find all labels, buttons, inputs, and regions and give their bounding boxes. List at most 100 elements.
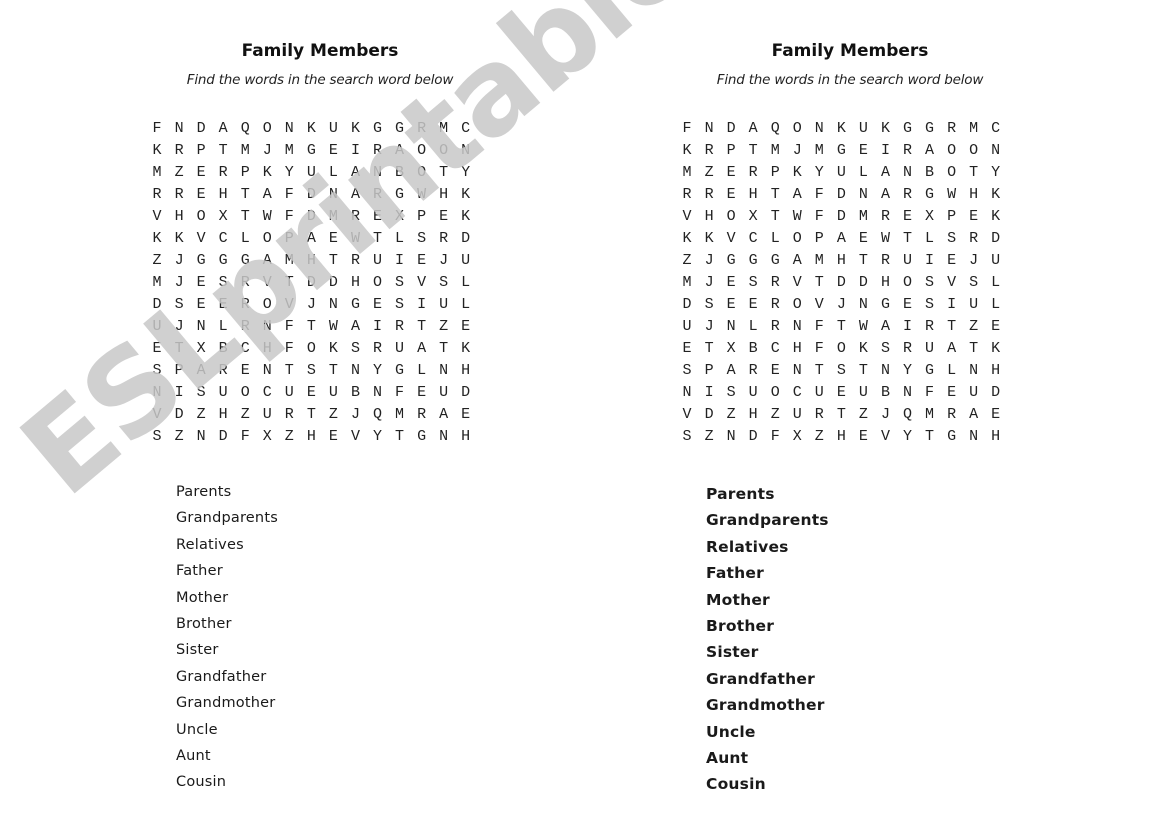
grid-cell: U <box>969 384 979 401</box>
grid-cell: T <box>858 362 868 379</box>
grid-cell: L <box>240 230 250 247</box>
grid-cell: K <box>991 340 1001 357</box>
grid-cell: Z <box>704 428 714 445</box>
grid-row: UJNLRNFTWAIRTZE <box>146 316 477 338</box>
grid-cell: F <box>240 428 250 445</box>
grid-cell: I <box>925 252 935 269</box>
grid-cell: F <box>284 186 294 203</box>
grid-row: VDZHZURTZJQMRAE <box>146 404 477 426</box>
grid-cell: T <box>328 252 338 269</box>
grid-cell: T <box>439 164 449 181</box>
word-list-item: Mother <box>706 590 770 609</box>
grid-cell: S <box>417 230 427 247</box>
grid-cell: S <box>196 384 206 401</box>
word-list-item: Grandparents <box>706 511 829 530</box>
grid-cell: N <box>902 164 912 181</box>
grid-cell: E <box>969 208 979 225</box>
grid-cell: R <box>748 164 758 181</box>
grid-cell: R <box>218 362 228 379</box>
grid-cell: H <box>704 208 714 225</box>
word-list: Parents Grandparents Relatives Father Mother… <box>706 482 829 799</box>
grid-cell: J <box>969 252 979 269</box>
grid-cell: W <box>858 318 868 335</box>
grid-cell: H <box>792 340 802 357</box>
word-list-item: Cousin <box>176 774 227 791</box>
grid-cell: G <box>196 252 206 269</box>
grid-cell: R <box>174 142 184 159</box>
grid-cell: R <box>902 340 912 357</box>
grid-cell: Y <box>902 362 912 379</box>
grid-cell: F <box>682 120 692 137</box>
grid-cell: D <box>461 230 471 247</box>
grid-cell: N <box>328 296 338 313</box>
grid-cell: G <box>925 186 935 203</box>
grid-cell: N <box>262 318 272 335</box>
grid-cell: N <box>284 120 294 137</box>
grid-cell: S <box>682 362 692 379</box>
grid-cell: H <box>880 274 890 291</box>
grid-cell: D <box>461 384 471 401</box>
grid-cell: M <box>240 142 250 159</box>
grid-cell: N <box>726 428 736 445</box>
grid-cell: K <box>858 340 868 357</box>
grid-cell: Z <box>682 252 692 269</box>
grid-cell: E <box>417 384 427 401</box>
grid-cell: A <box>925 142 935 159</box>
grid-row: DSEEROVJNGESIUL <box>146 294 477 316</box>
grid-cell: W <box>328 318 338 335</box>
grid-cell: Y <box>372 428 382 445</box>
word-list: Parents Grandparents Relatives Father Mother… <box>176 480 278 797</box>
grid-cell: D <box>836 274 846 291</box>
grid-cell: R <box>439 230 449 247</box>
grid-cell: N <box>174 120 184 137</box>
grid-cell: P <box>770 164 780 181</box>
grid-cell: E <box>726 274 736 291</box>
grid-cell: G <box>925 120 935 137</box>
grid-cell: N <box>902 384 912 401</box>
grid-row: VDZHZURTZJQMRAE <box>676 404 1007 426</box>
grid-cell: D <box>218 428 228 445</box>
grid-cell: Y <box>902 428 912 445</box>
grid-cell: A <box>880 318 890 335</box>
grid-cell: T <box>284 362 294 379</box>
worksheet-left: Family Members Find the words in the sea… <box>0 0 584 821</box>
word-search-grid: FNDAQONKUKGGRMCKRPTMJMGEIRAOONMZERPKYULA… <box>146 118 477 448</box>
grid-cell: B <box>218 340 228 357</box>
grid-cell: X <box>262 428 272 445</box>
grid-cell: L <box>417 362 427 379</box>
grid-row: NISUOCUEUBNFEUD <box>676 382 1007 404</box>
grid-cell: E <box>461 318 471 335</box>
grid-cell: P <box>704 362 714 379</box>
grid-cell: N <box>991 142 1001 159</box>
grid-cell: K <box>461 186 471 203</box>
grid-cell: T <box>704 340 714 357</box>
grid-cell: J <box>439 252 449 269</box>
grid-cell: T <box>858 252 868 269</box>
grid-cell: U <box>792 406 802 423</box>
grid-cell: V <box>152 406 162 423</box>
grid-cell: H <box>969 186 979 203</box>
grid-cell: N <box>858 296 868 313</box>
grid-cell: E <box>770 362 780 379</box>
grid-cell: N <box>792 318 802 335</box>
grid-cell: H <box>836 428 846 445</box>
grid-cell: E <box>372 296 382 313</box>
grid-cell: A <box>350 318 360 335</box>
grid-cell: I <box>880 142 890 159</box>
grid-cell: E <box>152 340 162 357</box>
grid-cell: T <box>814 274 824 291</box>
grid-cell: O <box>372 274 382 291</box>
grid-cell: K <box>152 230 162 247</box>
grid-cell: S <box>925 296 935 313</box>
grid-cell: U <box>461 252 471 269</box>
grid-cell: P <box>240 164 250 181</box>
grid-cell: E <box>947 252 957 269</box>
grid-cell: J <box>792 142 802 159</box>
grid-cell: S <box>218 274 228 291</box>
grid-cell: O <box>792 296 802 313</box>
grid-cell: L <box>395 230 405 247</box>
grid-cell: R <box>240 296 250 313</box>
grid-cell: D <box>704 406 714 423</box>
grid-cell: O <box>726 208 736 225</box>
grid-cell: T <box>306 318 316 335</box>
